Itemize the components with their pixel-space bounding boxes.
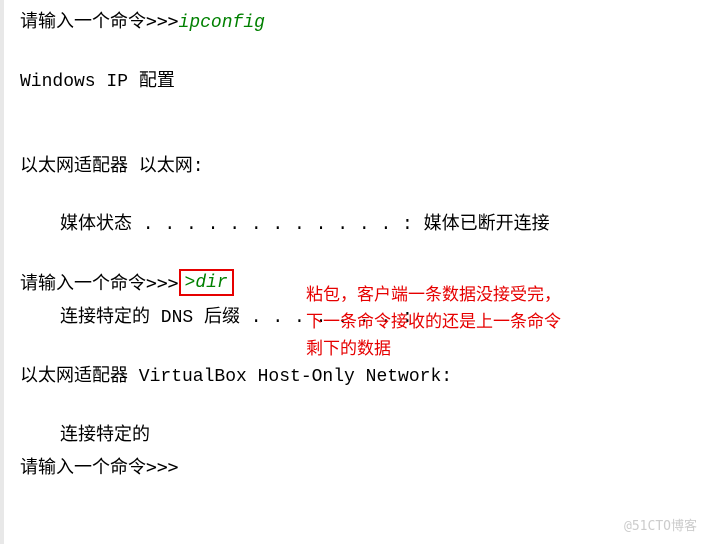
prompt-line-3: 请输入一个命令>>> [20,454,687,483]
prompt-label: 请输入一个命令 [20,273,146,294]
prompt-line-1: 请输入一个命令>>>ipconfig [20,8,687,38]
prompt-marker: >>> [146,273,179,294]
command-dir: dir [195,273,227,293]
prompt-partial: > [185,273,196,293]
watermark: @51CTO博客 [624,517,697,538]
command-ipconfig: ipconfig [179,13,265,33]
prompt-label: 请输入一个命令 [20,11,146,32]
prompt-marker: >>> [146,11,179,32]
adapter2-title: 以太网适配器 VirtualBox Host-Only Network: [20,363,687,392]
adapter2-dns-suffix: 连接特定的 [20,422,687,451]
adapter1-title: 以太网适配器 以太网: [20,153,687,182]
prompt-label: 请输入一个命令 [20,457,146,478]
annotation-line3: 剩下的数据 [306,336,666,363]
output-ip-header: Windows IP 配置 [20,68,687,97]
annotation-line2: 下一条命令接收的还是上一条命令 [306,309,666,336]
highlight-box: >dir [179,269,234,296]
adapter1-media-state: 媒体状态 . . . . . . . . . . . . : 媒体已断开连接 [20,211,687,240]
annotation-text: 粘包，客户端一条数据没接受完， 下一条命令接收的还是上一条命令 剩下的数据 [306,282,666,364]
prompt-marker: >>> [146,457,179,478]
annotation-line1: 粘包，客户端一条数据没接受完， [306,282,666,309]
